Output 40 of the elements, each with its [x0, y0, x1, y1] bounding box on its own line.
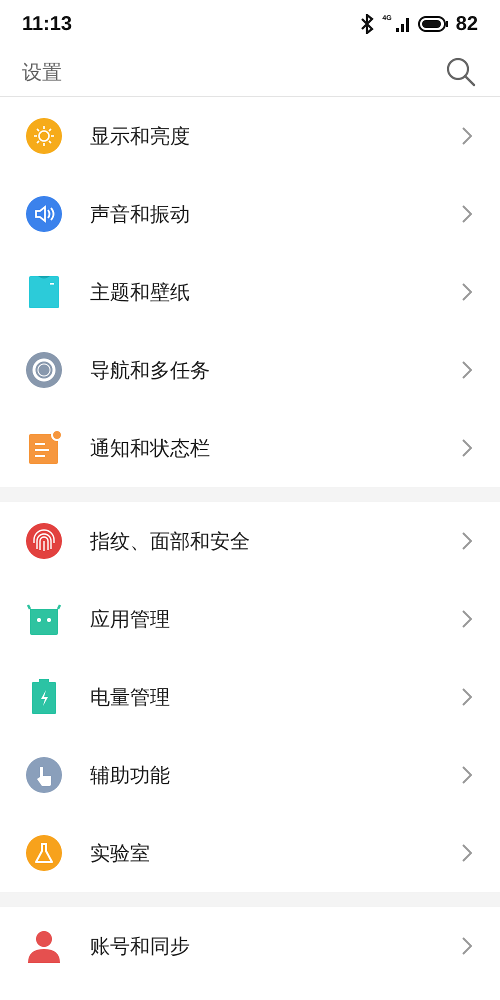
item-label: 应用管理 [90, 606, 171, 633]
item-label: 显示和亮度 [90, 123, 191, 150]
search-icon[interactable] [446, 57, 476, 87]
settings-item[interactable]: 应用管理 [0, 580, 500, 658]
chevron-icon [462, 688, 472, 706]
battery-icon [418, 16, 448, 32]
settings-item[interactable]: 声音和振动 [0, 175, 500, 253]
signal-icon [396, 15, 410, 33]
item-label: 电量管理 [90, 684, 171, 711]
chevron-icon [462, 766, 472, 784]
item-label: 辅助功能 [90, 762, 171, 789]
chevron-icon [462, 610, 472, 628]
chevron-icon [462, 127, 472, 145]
settings-item[interactable]: 主题和壁纸 [0, 253, 500, 331]
item-label: 导航和多任务 [90, 357, 211, 384]
settings-item[interactable]: 显示和亮度 [0, 97, 500, 175]
chevron-icon [462, 205, 472, 223]
settings-item[interactable]: 辅助功能 [0, 736, 500, 814]
chevron-icon [462, 361, 472, 379]
settings-item[interactable]: 指纹、面部和安全 [0, 502, 500, 580]
item-label: 实验室 [90, 840, 151, 867]
settings-item[interactable]: 账号和同步 [0, 907, 500, 985]
settings-item[interactable]: 实验室 [0, 814, 500, 892]
item-label: 指纹、面部和安全 [90, 528, 251, 555]
chevron-icon [462, 439, 472, 457]
chevron-icon [462, 844, 472, 862]
item-label: 声音和振动 [90, 201, 191, 228]
chevron-icon [462, 937, 472, 955]
chevron-icon [462, 283, 472, 301]
item-label: 通知和状态栏 [90, 435, 211, 462]
chevron-icon [462, 532, 472, 550]
settings-item[interactable]: 通知和状态栏 [0, 409, 500, 487]
settings-item[interactable]: 导航和多任务 [0, 331, 500, 409]
item-label: 账号和同步 [90, 933, 191, 960]
battery-level: 82 [456, 12, 478, 37]
page-title: 设置 [22, 59, 62, 86]
status-time: 11:13 [22, 12, 72, 37]
settings-item[interactable]: 电量管理 [0, 658, 500, 736]
bluetooth-icon [360, 14, 374, 34]
item-label: 主题和壁纸 [90, 279, 191, 306]
